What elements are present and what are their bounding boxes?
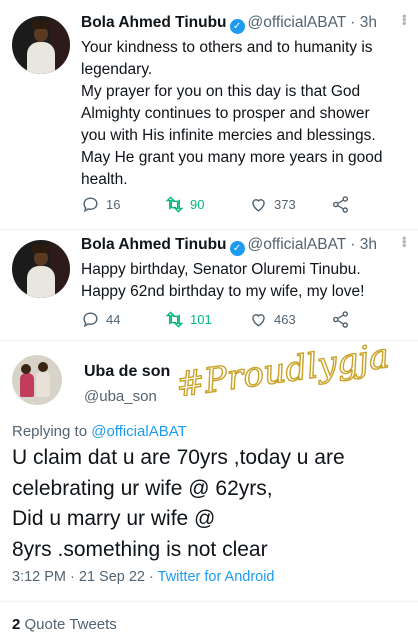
retweet-button[interactable]: 90: [165, 195, 204, 214]
like-button[interactable]: 373: [249, 195, 296, 214]
tweet-text-line: legendary.: [81, 61, 153, 78]
retweet-count: 90: [190, 197, 205, 212]
quote-count: 2: [12, 616, 21, 633]
avatar-figure: [36, 371, 50, 397]
tweet-text-line: U claim dat u are 70yrs ,today u are: [12, 446, 345, 469]
tweet-header: Bola Ahmed Tinubu ✓ @officialABAT · 3h: [81, 14, 377, 34]
verified-badge-icon: ✓: [229, 19, 245, 34]
tweet-time[interactable]: 3h: [360, 236, 377, 253]
tweet-text-line: Your kindness to others and to humanity …: [81, 39, 373, 56]
avatar-cap: [32, 244, 50, 253]
watermark-text: #Proudlygja: [174, 336, 390, 396]
reply-count: 16: [106, 197, 121, 212]
tweet-1[interactable]: Bola Ahmed Tinubu ✓ @officialABAT · 3h •••…: [0, 0, 418, 228]
separator: ·: [350, 14, 356, 31]
reply-button[interactable]: 16: [81, 195, 120, 214]
tweet-text: Your kindness to others and to humanity …: [81, 37, 411, 191]
quote-tweets-link[interactable]: 2 Quote Tweets: [12, 616, 117, 633]
tweet-text-line: Happy birthday, Senator Oluremi Tinubu.: [81, 261, 361, 278]
avatar-figure: [27, 266, 55, 298]
avatar-cap: [32, 20, 50, 29]
tweet-text-line: Did u marry ur wife @: [12, 507, 216, 530]
tweet-source-link[interactable]: Twitter for Android: [158, 569, 275, 585]
share-button[interactable]: [331, 195, 350, 214]
verified-badge-icon: ✓: [229, 241, 245, 256]
retweet-icon: [165, 196, 184, 213]
retweet-count: 101: [190, 312, 212, 327]
avatar[interactable]: [12, 355, 62, 405]
reply-count: 44: [106, 312, 121, 327]
avatar-figure: [20, 373, 34, 397]
reply-button[interactable]: 44: [81, 310, 120, 329]
quote-label: Quote Tweets: [24, 616, 117, 633]
tweet-2[interactable]: Bola Ahmed Tinubu ✓ @officialABAT · 3h •••…: [0, 230, 418, 338]
replying-handle-link[interactable]: @officialABAT: [91, 423, 187, 440]
like-icon: [252, 199, 265, 212]
like-count: 373: [274, 197, 296, 212]
tweet-text-line: celebrating ur wife @ 62yrs,: [12, 476, 273, 500]
main-tweet-text: U claim dat u are 70yrs ,today u are cel…: [12, 443, 412, 565]
watermark-logo: #Proudlygja: [173, 335, 390, 396]
author-handle[interactable]: @officialABAT: [248, 236, 346, 253]
tweet-meta: 3:12 PM · 21 Sep 22 · Twitter for Androi…: [12, 569, 275, 585]
tweet-text-line: you with His infinite mercies and blessi…: [81, 127, 376, 144]
avatar-figure: [27, 42, 55, 74]
avatar-head: [21, 364, 31, 374]
author-name[interactable]: Bola Ahmed Tinubu: [81, 14, 227, 31]
tweet-text-line: My prayer for you on this day is that Go…: [81, 83, 361, 100]
tweet-header: Bola Ahmed Tinubu ✓ @officialABAT · 3h: [81, 236, 377, 256]
separator: ·: [350, 236, 356, 253]
tweet-text: Happy birthday, Senator Oluremi Tinubu. …: [81, 259, 411, 303]
replying-to: Replying to @officialABAT: [12, 423, 187, 440]
author-name[interactable]: Uba de son: [84, 363, 170, 381]
divider: [0, 601, 418, 602]
tweet-text-line: 8yrs .something is not clear: [12, 537, 268, 561]
avatar-head: [38, 362, 48, 372]
tweet-text-line: Happy 62nd birthday to my wife, my love!: [81, 283, 365, 300]
replying-prefix: Replying to: [12, 423, 88, 440]
like-count: 463: [274, 312, 296, 327]
author-handle[interactable]: @uba_son: [84, 388, 157, 405]
author-handle[interactable]: @officialABAT: [248, 14, 346, 31]
share-icon: [332, 196, 349, 213]
tweet-text-line: health.: [81, 171, 128, 188]
avatar[interactable]: [12, 16, 70, 74]
tweet-text-line: Almighty continues to prosper and shower: [81, 105, 370, 122]
author-name[interactable]: Bola Ahmed Tinubu: [81, 236, 227, 253]
tweet-text-line: May He grant you many more years in good: [81, 149, 383, 166]
tweet-actions: 16 90 373: [81, 195, 381, 217]
reply-icon: [83, 312, 98, 328]
avatar[interactable]: [12, 240, 70, 298]
tweet-timestamp[interactable]: 3:12 PM · 21 Sep 22 ·: [12, 569, 154, 585]
reply-icon: [83, 197, 98, 213]
more-icon[interactable]: •••: [397, 14, 412, 25]
more-icon[interactable]: •••: [397, 236, 412, 247]
tweet-time[interactable]: 3h: [360, 14, 377, 31]
